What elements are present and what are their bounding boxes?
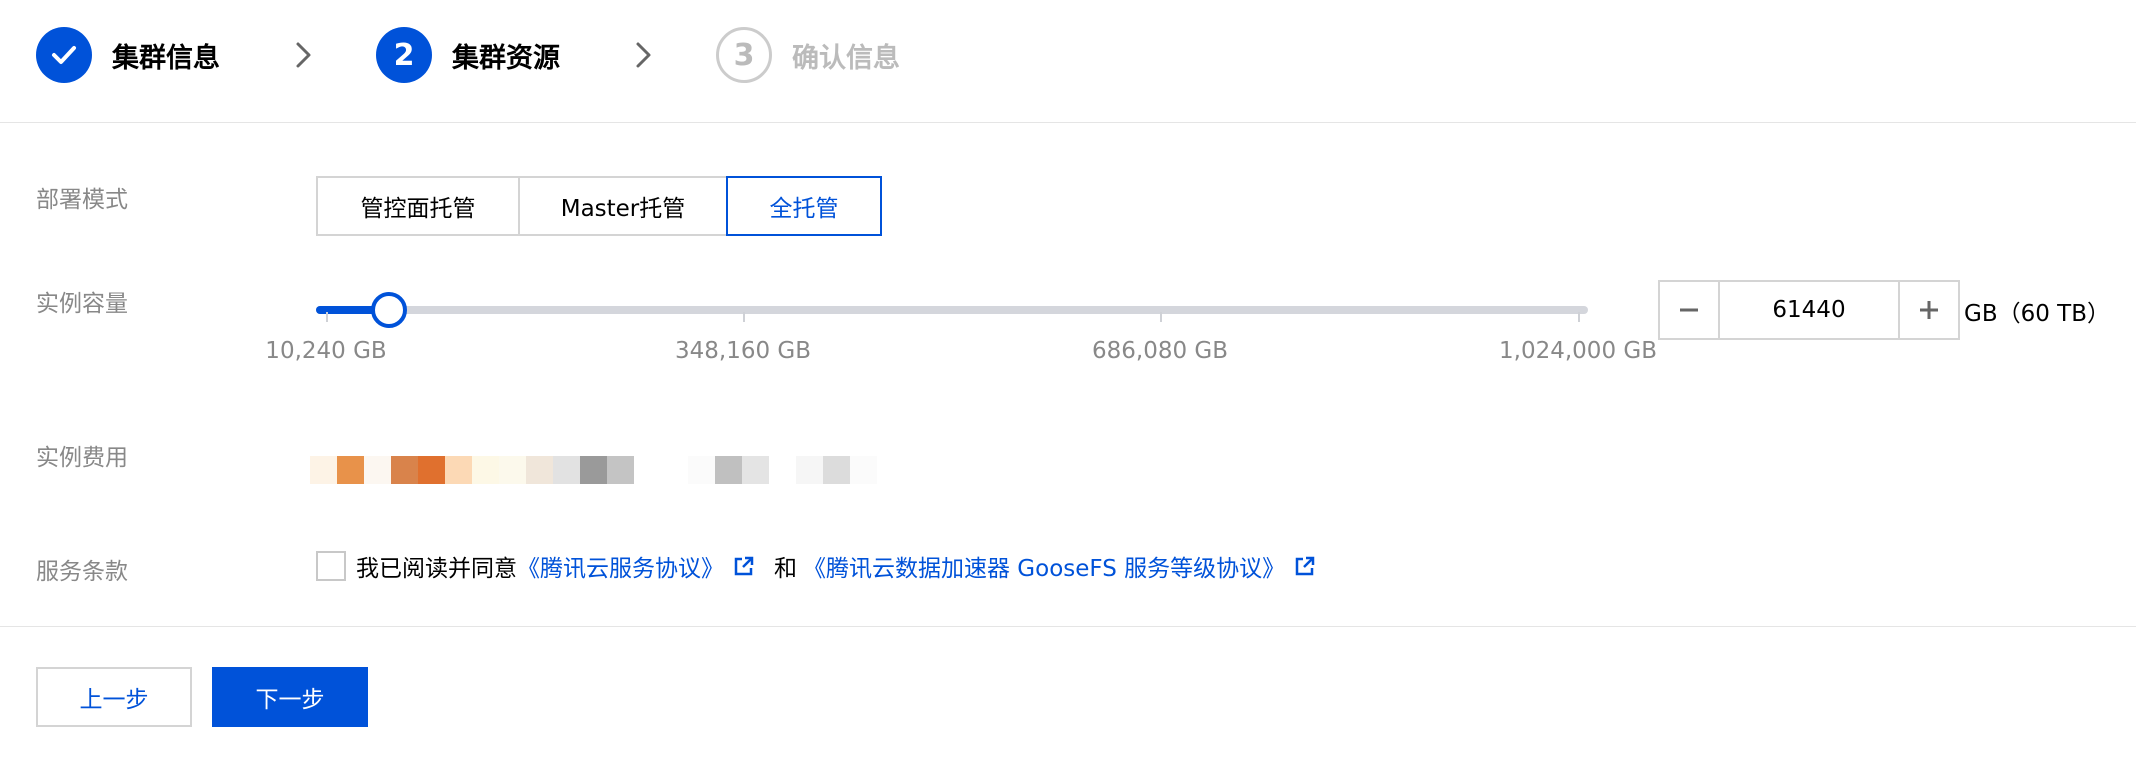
footer-divider bbox=[0, 626, 2136, 627]
step-label: 确认信息 bbox=[792, 42, 900, 74]
increment-button[interactable] bbox=[1898, 280, 1960, 340]
slider-tick bbox=[326, 312, 328, 322]
slider-tick bbox=[1578, 312, 1580, 322]
fee-label: 实例费用 bbox=[36, 445, 128, 471]
deploy-mode-option-control-plane[interactable]: 管控面托管 bbox=[316, 176, 520, 236]
step-cluster-info[interactable]: 集群信息 bbox=[36, 27, 220, 83]
step-cluster-resources[interactable]: 2 集群资源 bbox=[376, 27, 560, 83]
terms-row: 我已阅读并同意 《腾讯云服务协议》 和 《腾讯云数据加速器 GooseFS 服务… bbox=[316, 549, 1329, 583]
slider-mark: 348,160 GB bbox=[674, 338, 812, 364]
step-label: 集群资源 bbox=[452, 42, 560, 74]
terms-and: 和 bbox=[774, 556, 797, 582]
next-step-button[interactable]: 下一步 bbox=[212, 667, 368, 727]
slider-tick bbox=[743, 312, 745, 322]
step-done-indicator bbox=[36, 27, 92, 83]
step-number: 2 bbox=[376, 27, 432, 83]
price-obscured bbox=[310, 456, 877, 484]
capacity-slider[interactable] bbox=[316, 292, 1588, 328]
capacity-unit: GB（60 TB） bbox=[1964, 301, 2111, 327]
steps-header: 集群信息 2 集群资源 3 确认信息 bbox=[0, 0, 2136, 123]
minus-icon bbox=[1680, 308, 1698, 312]
terms-prefix: 我已阅读并同意 bbox=[356, 556, 517, 582]
previous-step-button[interactable]: 上一步 bbox=[36, 667, 192, 727]
external-link-icon[interactable] bbox=[734, 556, 754, 576]
link-service-agreement[interactable]: 《腾讯云服务协议》 bbox=[517, 549, 724, 583]
capacity-label: 实例容量 bbox=[36, 291, 128, 317]
deploy-mode-option-master[interactable]: Master托管 bbox=[518, 176, 728, 236]
decrement-button[interactable] bbox=[1658, 280, 1720, 340]
deploy-mode-selector: 管控面托管 Master托管 全托管 bbox=[316, 176, 882, 236]
capacity-stepper bbox=[1658, 280, 1960, 340]
terms-label: 服务条款 bbox=[36, 559, 128, 585]
external-link-icon[interactable] bbox=[1295, 556, 1315, 576]
terms-checkbox[interactable] bbox=[316, 551, 346, 581]
chevron-right-icon bbox=[296, 42, 311, 68]
check-icon bbox=[52, 46, 76, 64]
deploy-mode-option-full[interactable]: 全托管 bbox=[726, 176, 882, 236]
link-goosefs-sla[interactable]: 《腾讯云数据加速器 GooseFS 服务等级协议》 bbox=[803, 549, 1285, 583]
slider-handle[interactable] bbox=[371, 292, 408, 328]
slider-mark: 686,080 GB bbox=[1091, 338, 1229, 364]
plus-icon bbox=[1920, 301, 1938, 319]
slider-mark-max: 1,024,000 GB bbox=[1499, 338, 1657, 364]
step-confirm-info: 3 确认信息 bbox=[716, 27, 900, 83]
step-number: 3 bbox=[716, 27, 772, 83]
capacity-input[interactable] bbox=[1720, 280, 1898, 340]
chevron-right-icon bbox=[636, 42, 651, 68]
slider-mark-min: 10,240 GB bbox=[265, 338, 387, 364]
step-label: 集群信息 bbox=[112, 42, 220, 74]
deploy-mode-label: 部署模式 bbox=[36, 187, 128, 213]
slider-tick bbox=[1160, 312, 1162, 322]
